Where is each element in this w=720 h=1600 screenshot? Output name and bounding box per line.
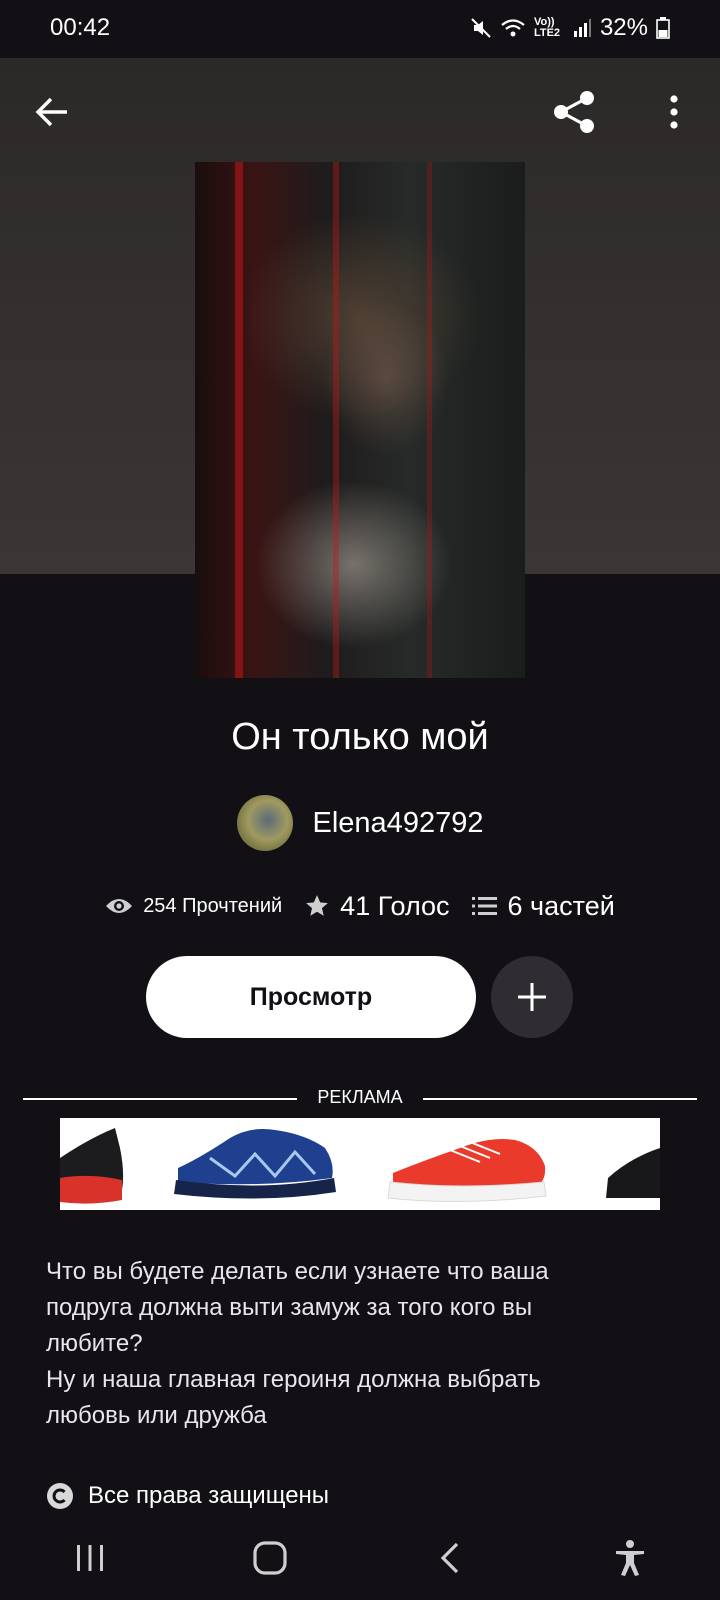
- add-to-library-button[interactable]: [491, 956, 573, 1038]
- arrow-left-icon: [35, 97, 67, 127]
- battery-percent: 32%: [599, 14, 648, 41]
- votes-stat: 41 Голос: [304, 890, 450, 922]
- more-vertical-icon: [670, 95, 678, 129]
- share-icon: [554, 91, 594, 133]
- copyright-text: Все права защищены: [88, 1482, 330, 1509]
- signal-icon: [573, 19, 591, 37]
- parts-stat: 6 частей: [471, 890, 615, 922]
- home-button[interactable]: [225, 1528, 315, 1588]
- sneaker-ad-image: [60, 1128, 660, 1204]
- author-row[interactable]: Elena492792: [0, 794, 720, 852]
- status-bar: 00:42 Vo)) LTE2 32%: [0, 0, 720, 58]
- accessibility-button[interactable]: [585, 1528, 675, 1588]
- share-button[interactable]: [548, 86, 600, 138]
- parts-count: 6 частей: [507, 890, 615, 921]
- author-name[interactable]: Elena492792: [313, 807, 484, 840]
- story-stats: 254 Прочтений 41 Голос 6 частей: [0, 884, 720, 928]
- read-button[interactable]: Просмотр: [146, 956, 476, 1038]
- plus-icon: [518, 983, 546, 1011]
- mute-icon: [471, 18, 491, 38]
- battery-icon: [656, 17, 670, 39]
- description-line: любите?: [46, 1330, 143, 1357]
- description-line: Ну и наша главная героиня должна выбрать: [46, 1366, 541, 1393]
- description-line: подруга должна выти замуж за того кого в…: [46, 1294, 533, 1321]
- accessibility-icon: [616, 1540, 644, 1576]
- more-options-button[interactable]: [648, 86, 700, 138]
- copyright-icon: [47, 1483, 73, 1509]
- star-icon: [306, 895, 329, 916]
- story-title: Он только мой: [231, 716, 489, 758]
- chevron-left-icon: [440, 1542, 459, 1574]
- network-label: Vo)) LTE2: [533, 16, 561, 39]
- ad-label: РЕКЛАМА: [317, 1087, 403, 1107]
- ad-banner[interactable]: [60, 1118, 660, 1210]
- reads-stat: 254 Прочтений: [105, 895, 282, 918]
- description-line: любовь или дружба: [46, 1402, 267, 1429]
- votes-count: 41 Голос: [340, 890, 450, 921]
- list-icon: [471, 897, 497, 915]
- status-time: 00:42: [50, 14, 111, 41]
- home-icon: [253, 1541, 287, 1575]
- recents-button[interactable]: [45, 1528, 135, 1588]
- reads-count: 254 Прочтений: [143, 894, 283, 917]
- ad-divider-right: [423, 1098, 697, 1100]
- story-cover-image[interactable]: [195, 162, 525, 678]
- ad-divider-left: [23, 1098, 297, 1100]
- nav-back-button[interactable]: [405, 1528, 495, 1588]
- author-avatar[interactable]: [236, 795, 293, 851]
- story-description: Что вы будете делать если узнаете что ва…: [46, 1254, 666, 1434]
- back-button[interactable]: [26, 86, 78, 138]
- eye-icon: [106, 899, 133, 913]
- recents-icon: [77, 1545, 103, 1571]
- status-icons: Vo)) LTE2 32%: [470, 12, 670, 44]
- copyright-row: Все права защищены: [46, 1476, 329, 1516]
- description-line: Что вы будете делать если узнаете что ва…: [46, 1258, 549, 1285]
- wifi-icon: [501, 19, 525, 37]
- system-nav-bar: [0, 1516, 720, 1600]
